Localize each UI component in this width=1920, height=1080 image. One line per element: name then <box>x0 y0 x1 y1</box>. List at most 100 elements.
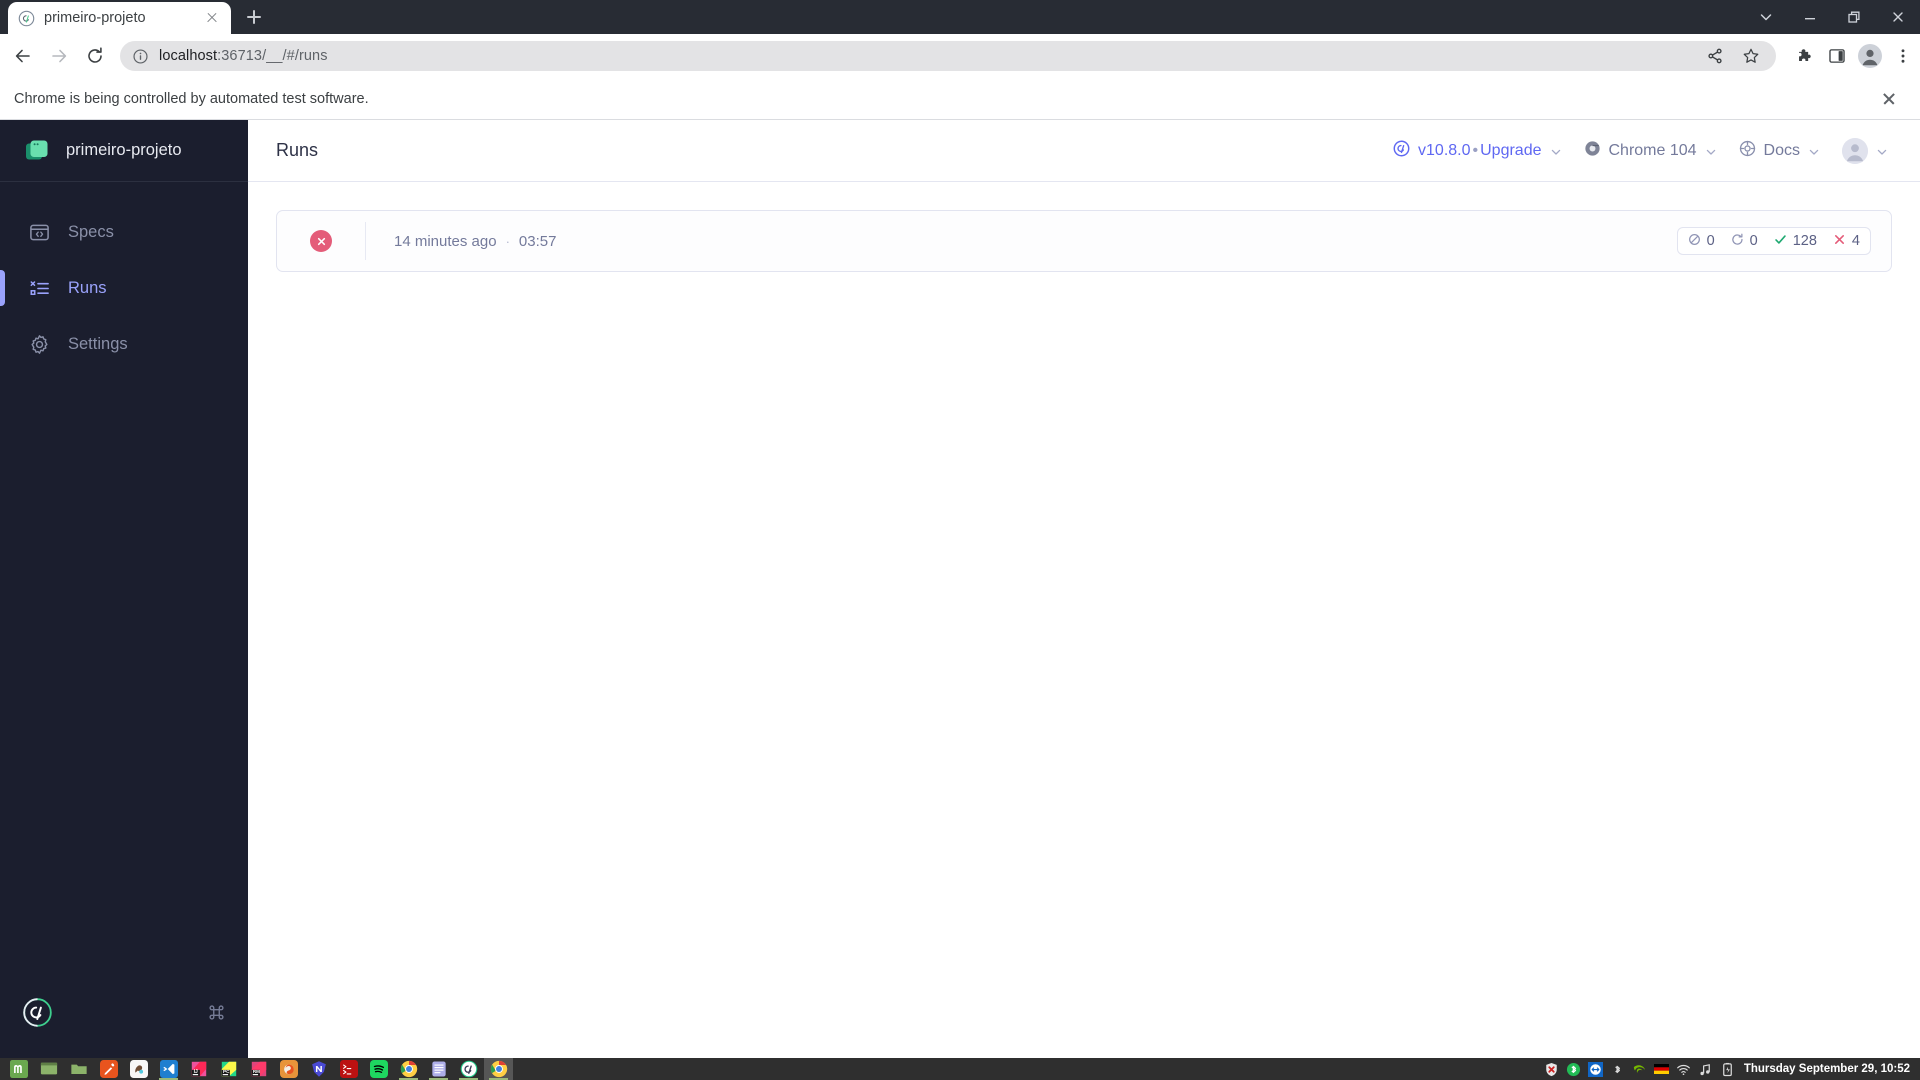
badge-failed: 4 <box>1833 233 1860 250</box>
run-row[interactable]: 14 minutes ago · 03:57 0 0 128 4 <box>276 210 1892 272</box>
notion-icon[interactable] <box>304 1058 333 1080</box>
taskbar-clock[interactable]: Thursday September 29, 10:52 <box>1742 1063 1910 1075</box>
url-text: localhost:36713/__/#/runs <box>159 48 328 64</box>
chrome-active-icon[interactable] <box>484 1058 513 1080</box>
sidebar-item-settings[interactable]: Settings <box>0 316 248 372</box>
cypress-icon[interactable] <box>454 1058 483 1080</box>
svg-text:RM: RM <box>252 1069 259 1074</box>
project-name: primeiro-projeto <box>66 141 182 159</box>
vscode-icon[interactable] <box>154 1058 183 1080</box>
x-icon <box>1833 233 1846 250</box>
spotify-icon[interactable] <box>364 1058 393 1080</box>
omnibox-actions <box>1704 45 1766 67</box>
german-flag-icon[interactable] <box>1653 1062 1669 1077</box>
profile-avatar-icon[interactable] <box>1858 44 1882 68</box>
browser-toolbar: localhost:36713/__/#/runs <box>0 34 1920 78</box>
battery-icon[interactable] <box>1720 1062 1735 1077</box>
run-status <box>277 230 365 252</box>
app-header: Runs v10.8.0 • Upgrade Chrome 104 Docs <box>248 120 1920 182</box>
cypress-cy-logo[interactable] <box>22 997 53 1033</box>
sidebar-item-label: Settings <box>68 334 128 353</box>
close-window-icon[interactable] <box>1876 0 1920 34</box>
specs-window-icon <box>28 221 50 243</box>
puzzle-icon[interactable] <box>1794 45 1816 67</box>
project-square-icon <box>24 138 50 164</box>
files-icon[interactable] <box>64 1058 93 1080</box>
chevron-down-icon[interactable] <box>1876 145 1888 157</box>
docs-button[interactable]: Docs <box>1731 134 1828 168</box>
back-arrow-icon[interactable] <box>6 39 40 73</box>
minimize-icon[interactable] <box>1788 0 1832 34</box>
url-host: localhost <box>159 48 218 64</box>
browser-selector-button[interactable]: Chrome 104 <box>1576 134 1725 168</box>
console-icon[interactable] <box>334 1058 363 1080</box>
close-icon[interactable] <box>1876 86 1902 112</box>
share-icon[interactable] <box>1704 45 1726 67</box>
side-panel-icon[interactable] <box>1826 45 1848 67</box>
runs-list-icon <box>28 277 50 299</box>
account-button[interactable] <box>1834 132 1896 170</box>
dropper-icon[interactable] <box>94 1058 123 1080</box>
wifi-icon[interactable] <box>1676 1062 1691 1077</box>
tab-search-chevron-icon[interactable] <box>1744 0 1788 34</box>
automation-infobar-text: Chrome is being controlled by automated … <box>14 90 369 107</box>
address-bar[interactable]: localhost:36713/__/#/runs <box>120 41 1776 71</box>
bluetooth-icon[interactable] <box>1610 1062 1625 1077</box>
firefox-icon[interactable] <box>274 1058 303 1080</box>
cypress-app: primeiro-projeto Specs Runs Settings Run… <box>0 120 1920 1058</box>
terminal-icon[interactable] <box>34 1058 63 1080</box>
linux-mint-menu-icon[interactable] <box>4 1058 33 1080</box>
header-actions: v10.8.0 • Upgrade Chrome 104 Docs <box>1385 132 1896 170</box>
teamviewer-icon[interactable] <box>1587 1061 1603 1077</box>
text-editor-icon[interactable] <box>424 1058 453 1080</box>
version-upgrade-button[interactable]: v10.8.0 • Upgrade <box>1385 134 1569 168</box>
taskbar-apps: IJ PC RM <box>4 1058 513 1080</box>
badge-failed-value: 4 <box>1851 233 1860 249</box>
chevron-down-icon[interactable] <box>1550 145 1562 157</box>
user-avatar-icon <box>1842 137 1868 164</box>
forward-arrow-icon <box>42 39 76 73</box>
run-duration: 03:57 <box>518 232 557 250</box>
pycharm-icon[interactable]: PC <box>214 1058 243 1080</box>
failed-x-circle-icon <box>310 230 332 252</box>
sidebar: primeiro-projeto Specs Runs Settings <box>0 120 248 1058</box>
sidebar-item-runs[interactable]: Runs <box>0 260 248 316</box>
restore-icon[interactable] <box>1832 0 1876 34</box>
three-dot-menu-icon[interactable] <box>1892 45 1914 67</box>
run-meta-separator: · <box>505 233 510 249</box>
main-content: Runs v10.8.0 • Upgrade Chrome 104 Docs 1… <box>248 120 1920 1058</box>
badge-pending: 0 <box>1731 233 1758 250</box>
new-tab-icon[interactable] <box>239 2 269 32</box>
chevron-down-icon[interactable] <box>1705 145 1717 157</box>
chrome-icon[interactable] <box>394 1058 423 1080</box>
badge-pending-value: 0 <box>1749 233 1758 249</box>
chrome-browser-window: primeiro-projeto localhost:36713/__/#/ru… <box>0 0 1920 1058</box>
command-key-icon[interactable] <box>207 1003 226 1027</box>
reload-icon[interactable] <box>78 39 112 73</box>
sidebar-item-specs[interactable]: Specs <box>0 204 248 260</box>
gear-icon <box>28 333 50 355</box>
badge-passed-value: 128 <box>1792 233 1817 249</box>
runs-list: 14 minutes ago · 03:57 0 0 128 4 <box>248 182 1920 1058</box>
svg-text:IJ: IJ <box>193 1069 197 1075</box>
bluetooth-green-icon[interactable] <box>1566 1062 1581 1077</box>
browser-label: Chrome 104 <box>1608 141 1697 159</box>
chevron-down-icon[interactable] <box>1808 145 1820 157</box>
info-circle-icon[interactable] <box>132 48 149 65</box>
gimp-icon[interactable] <box>124 1058 153 1080</box>
tab-strip: primeiro-projeto <box>0 0 1920 34</box>
music-note-icon[interactable] <box>1698 1062 1713 1077</box>
version-label: v10.8.0 • Upgrade <box>1418 141 1542 159</box>
star-icon[interactable] <box>1740 45 1762 67</box>
browser-tab[interactable]: primeiro-projeto <box>8 2 231 34</box>
pending-arrow-icon <box>1731 233 1744 250</box>
intellij-idea-icon[interactable]: IJ <box>184 1058 213 1080</box>
shield-blocked-icon[interactable] <box>1544 1062 1559 1077</box>
rubymine-icon[interactable]: RM <box>244 1058 273 1080</box>
nvidia-icon[interactable] <box>1632 1062 1647 1077</box>
sidebar-project[interactable]: primeiro-projeto <box>0 120 248 182</box>
system-taskbar: IJ PC RM Thursday September 29, 10:52 <box>0 1058 1920 1080</box>
run-meta: 14 minutes ago · 03:57 <box>366 233 556 250</box>
close-tab-icon[interactable] <box>203 9 221 27</box>
url-path: :36713/__/#/runs <box>217 48 328 64</box>
